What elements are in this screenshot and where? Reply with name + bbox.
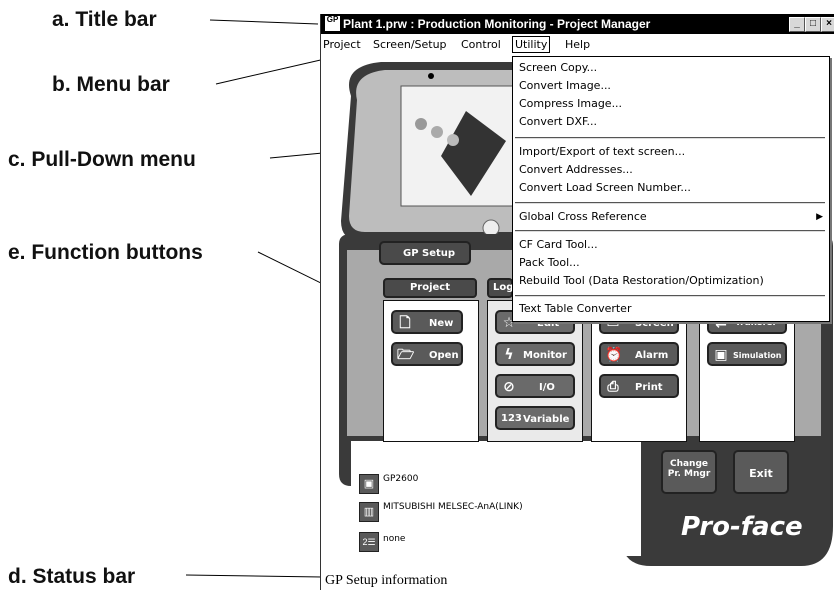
- menu-item-convert-dxf[interactable]: Convert DXF...: [519, 115, 597, 128]
- io-label: I/O: [539, 382, 555, 393]
- menu-item-cf-card-tool[interactable]: CF Card Tool...: [519, 238, 598, 251]
- gp-setup-button[interactable]: GP Setup: [379, 241, 471, 265]
- menu-item-rebuild-tool[interactable]: Rebuild Tool (Data Restoration/Optimizat…: [519, 274, 764, 287]
- gp-model-text: GP2600: [383, 474, 419, 484]
- simulation-icon: ▣: [714, 347, 728, 363]
- change-pr-mngr-button[interactable]: Change Pr. Mngr: [661, 450, 717, 494]
- prohibited-icon: ⊘: [503, 379, 515, 395]
- gp-model-icon: ▣: [359, 474, 379, 494]
- logic-column-header: Log: [487, 278, 513, 298]
- variable-label: Variable: [523, 414, 570, 425]
- alarm-clock-icon: ⏰: [605, 347, 623, 363]
- pro-face-logo: Pro-face: [681, 512, 803, 542]
- project-column-header: Project: [383, 278, 477, 298]
- alarm-button[interactable]: ⏰ Alarm: [599, 342, 679, 366]
- menu-item-import-export-text[interactable]: Import/Export of text screen...: [519, 145, 685, 158]
- plc-icon: ▥: [359, 502, 379, 522]
- open-button[interactable]: 🗁 Open: [391, 342, 463, 366]
- menu-item-global-cross-reference[interactable]: Global Cross Reference: [519, 210, 647, 223]
- minimize-button[interactable]: _: [789, 17, 805, 32]
- menu-item-compress-image[interactable]: Compress Image...: [519, 97, 622, 110]
- variable-button[interactable]: 123 Variable: [495, 406, 575, 430]
- menu-project[interactable]: Project: [323, 38, 361, 51]
- exit-button[interactable]: Exit: [733, 450, 789, 494]
- print-button[interactable]: ⎙ Print: [599, 374, 679, 398]
- submenu-arrow-icon: ▶: [816, 212, 823, 222]
- menu-screen-setup[interactable]: Screen/Setup: [373, 38, 447, 51]
- menu-separator: [515, 295, 825, 297]
- menu-item-screen-copy[interactable]: Screen Copy...: [519, 61, 597, 74]
- printer-icon: ⎙: [607, 379, 619, 395]
- open-label: Open: [429, 350, 459, 361]
- status-bar: GP Setup information: [321, 572, 834, 590]
- menu-item-convert-load-screen[interactable]: Convert Load Screen Number...: [519, 181, 691, 194]
- change-label-line1: Change: [669, 459, 709, 469]
- print-label: Print: [635, 382, 663, 393]
- plc-text: MITSUBISHI MELSEC-AnA(LINK): [383, 502, 523, 512]
- app-icon[interactable]: GP: [325, 16, 340, 31]
- menu-item-pack-tool[interactable]: Pack Tool...: [519, 256, 580, 269]
- project-manager-window: GP Plant 1.prw : Production Monitoring -…: [320, 14, 834, 590]
- menu-separator: [515, 137, 825, 139]
- menu-separator: [515, 230, 825, 232]
- new-label: New: [429, 318, 454, 329]
- new-file-icon: 🗋: [399, 315, 411, 331]
- window-title: Plant 1.prw : Production Monitoring - Pr…: [343, 17, 651, 31]
- simulation-button[interactable]: ▣ Simulation: [707, 342, 787, 366]
- monitor-button[interactable]: ϟ Monitor: [495, 342, 575, 366]
- menu-separator: [515, 202, 825, 204]
- exit-label: Exit: [749, 467, 773, 480]
- menu-item-convert-image[interactable]: Convert Image...: [519, 79, 611, 92]
- simulation-label: Simulation: [733, 351, 782, 360]
- utility-pull-down-menu: Screen Copy... Convert Image... Compress…: [512, 56, 830, 322]
- new-button[interactable]: 🗋 New: [391, 310, 463, 334]
- change-label-line2: Pr. Mngr: [667, 469, 711, 479]
- folder-open-icon: 🗁: [397, 347, 415, 363]
- menu-control[interactable]: Control: [461, 38, 501, 51]
- menu-bar: Project Screen/Setup Control Utility Hel…: [321, 35, 834, 55]
- alarm-label: Alarm: [635, 350, 669, 361]
- menu-utility[interactable]: Utility: [512, 36, 551, 53]
- menu-item-text-table-converter[interactable]: Text Table Converter: [519, 302, 631, 315]
- extra-unit-text: none: [383, 534, 406, 544]
- gp-setup-label: GP Setup: [403, 248, 456, 259]
- monitor-lightning-icon: ϟ: [504, 347, 514, 363]
- title-bar[interactable]: GP Plant 1.prw : Production Monitoring -…: [321, 14, 834, 34]
- menu-item-convert-addresses[interactable]: Convert Addresses...: [519, 163, 633, 176]
- extra-unit-icon: 2☰: [359, 532, 379, 552]
- maximize-button[interactable]: □: [805, 17, 821, 32]
- close-button[interactable]: ×: [821, 17, 834, 32]
- variable-icon: 123: [501, 413, 522, 424]
- monitor-label: Monitor: [523, 350, 567, 361]
- status-bar-text: GP Setup information: [325, 573, 448, 588]
- io-button[interactable]: ⊘ I/O: [495, 374, 575, 398]
- menu-help[interactable]: Help: [565, 38, 590, 51]
